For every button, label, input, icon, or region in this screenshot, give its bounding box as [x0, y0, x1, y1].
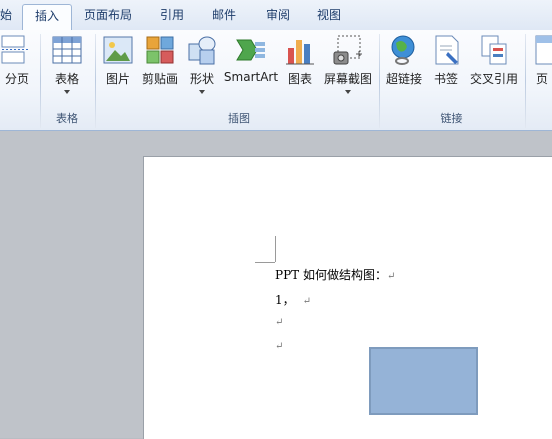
tab-references[interactable]: 引用	[152, 4, 192, 28]
table-label: 表格	[54, 72, 79, 86]
paragraph[interactable]: ↵	[275, 314, 283, 328]
table-icon	[52, 36, 82, 64]
header-label: 页	[536, 72, 549, 86]
header-icon	[535, 35, 552, 65]
page-break-label: 分页	[4, 72, 29, 86]
chevron-down-icon	[64, 90, 70, 94]
picture-label: 图片	[105, 72, 130, 86]
cross-reference-button[interactable]: 交叉引用	[467, 34, 521, 110]
paragraph[interactable]: ↵	[275, 338, 283, 352]
page-break-button[interactable]: 分页	[0, 34, 34, 110]
tab-page-layout[interactable]: 页面布局	[78, 4, 138, 28]
tab-review[interactable]: 审阅	[258, 4, 298, 28]
paragraph[interactable]: PPT 如何做结构图：↵	[275, 266, 395, 283]
shapes-button[interactable]: 形状	[185, 34, 219, 110]
paragraph-mark: ↵	[302, 296, 312, 307]
clip-art-label: 剪贴画	[141, 72, 178, 86]
tab-mailings[interactable]: 邮件	[204, 4, 244, 28]
chart-label: 图表	[287, 72, 312, 86]
bookmark-label: 书签	[433, 72, 458, 86]
paragraph[interactable]: 1， ↵	[275, 291, 311, 308]
paragraph-mark: ↵	[275, 341, 284, 352]
table-button[interactable]: 表格	[46, 34, 88, 110]
smartart-icon	[236, 39, 265, 61]
group-separator	[525, 34, 526, 128]
tab-view[interactable]: 视图	[309, 4, 349, 28]
bookmark-icon	[435, 35, 459, 65]
shapes-label: 形状	[189, 72, 214, 86]
group-separator	[95, 34, 96, 128]
paragraph-mark: ↵	[386, 271, 396, 282]
document-page[interactable]	[143, 156, 552, 439]
screenshot-label: 屏幕截图	[323, 72, 372, 86]
page-break-icon	[0, 35, 30, 64]
ribbon-insert: 分页 表格 表格 图片 剪贴画 形状 SmartArt 图表 屏幕截图 插图 超…	[0, 30, 552, 131]
screenshot-button[interactable]: 屏幕截图	[320, 34, 376, 110]
rectangle-shape[interactable]	[369, 347, 478, 415]
group-label-illustrations: 插图	[228, 112, 250, 125]
picture-icon	[103, 36, 133, 64]
tab-home[interactable]: 始	[0, 4, 12, 28]
paragraph-mark: ↵	[275, 317, 284, 328]
picture-button[interactable]: 图片	[101, 34, 135, 110]
smartart-button[interactable]: SmartArt	[222, 34, 280, 110]
group-label-links: 链接	[440, 112, 463, 125]
hyperlink-button[interactable]: 超链接	[383, 34, 425, 110]
header-button[interactable]: 页	[530, 34, 552, 110]
hyperlink-label: 超链接	[385, 72, 422, 86]
chevron-down-icon	[199, 90, 205, 94]
group-separator	[40, 34, 41, 128]
chart-button[interactable]: 图表	[283, 34, 317, 110]
screenshot-icon	[333, 35, 362, 65]
paragraph-text: 1，	[275, 293, 295, 307]
shapes-icon	[188, 36, 216, 65]
ribbon-tab-bar: 始 插入 页面布局 引用 邮件 审阅 视图	[0, 0, 552, 31]
margin-corner-mark	[275, 236, 276, 262]
globe-icon	[391, 35, 415, 65]
tab-insert[interactable]: 插入	[22, 4, 72, 31]
cross-reference-icon	[481, 35, 507, 65]
chevron-down-icon	[345, 90, 351, 94]
chart-icon	[286, 40, 314, 65]
cross-reference-label: 交叉引用	[469, 72, 518, 86]
paragraph-text: PPT 如何做结构图：	[275, 268, 387, 282]
clip-art-button[interactable]: 剪贴画	[138, 34, 182, 110]
bookmark-button[interactable]: 书签	[428, 34, 464, 110]
group-label-tables: 表格	[56, 112, 78, 125]
clip-art-icon	[146, 36, 174, 64]
smartart-label: SmartArt	[223, 70, 279, 84]
margin-corner-mark	[255, 262, 275, 263]
